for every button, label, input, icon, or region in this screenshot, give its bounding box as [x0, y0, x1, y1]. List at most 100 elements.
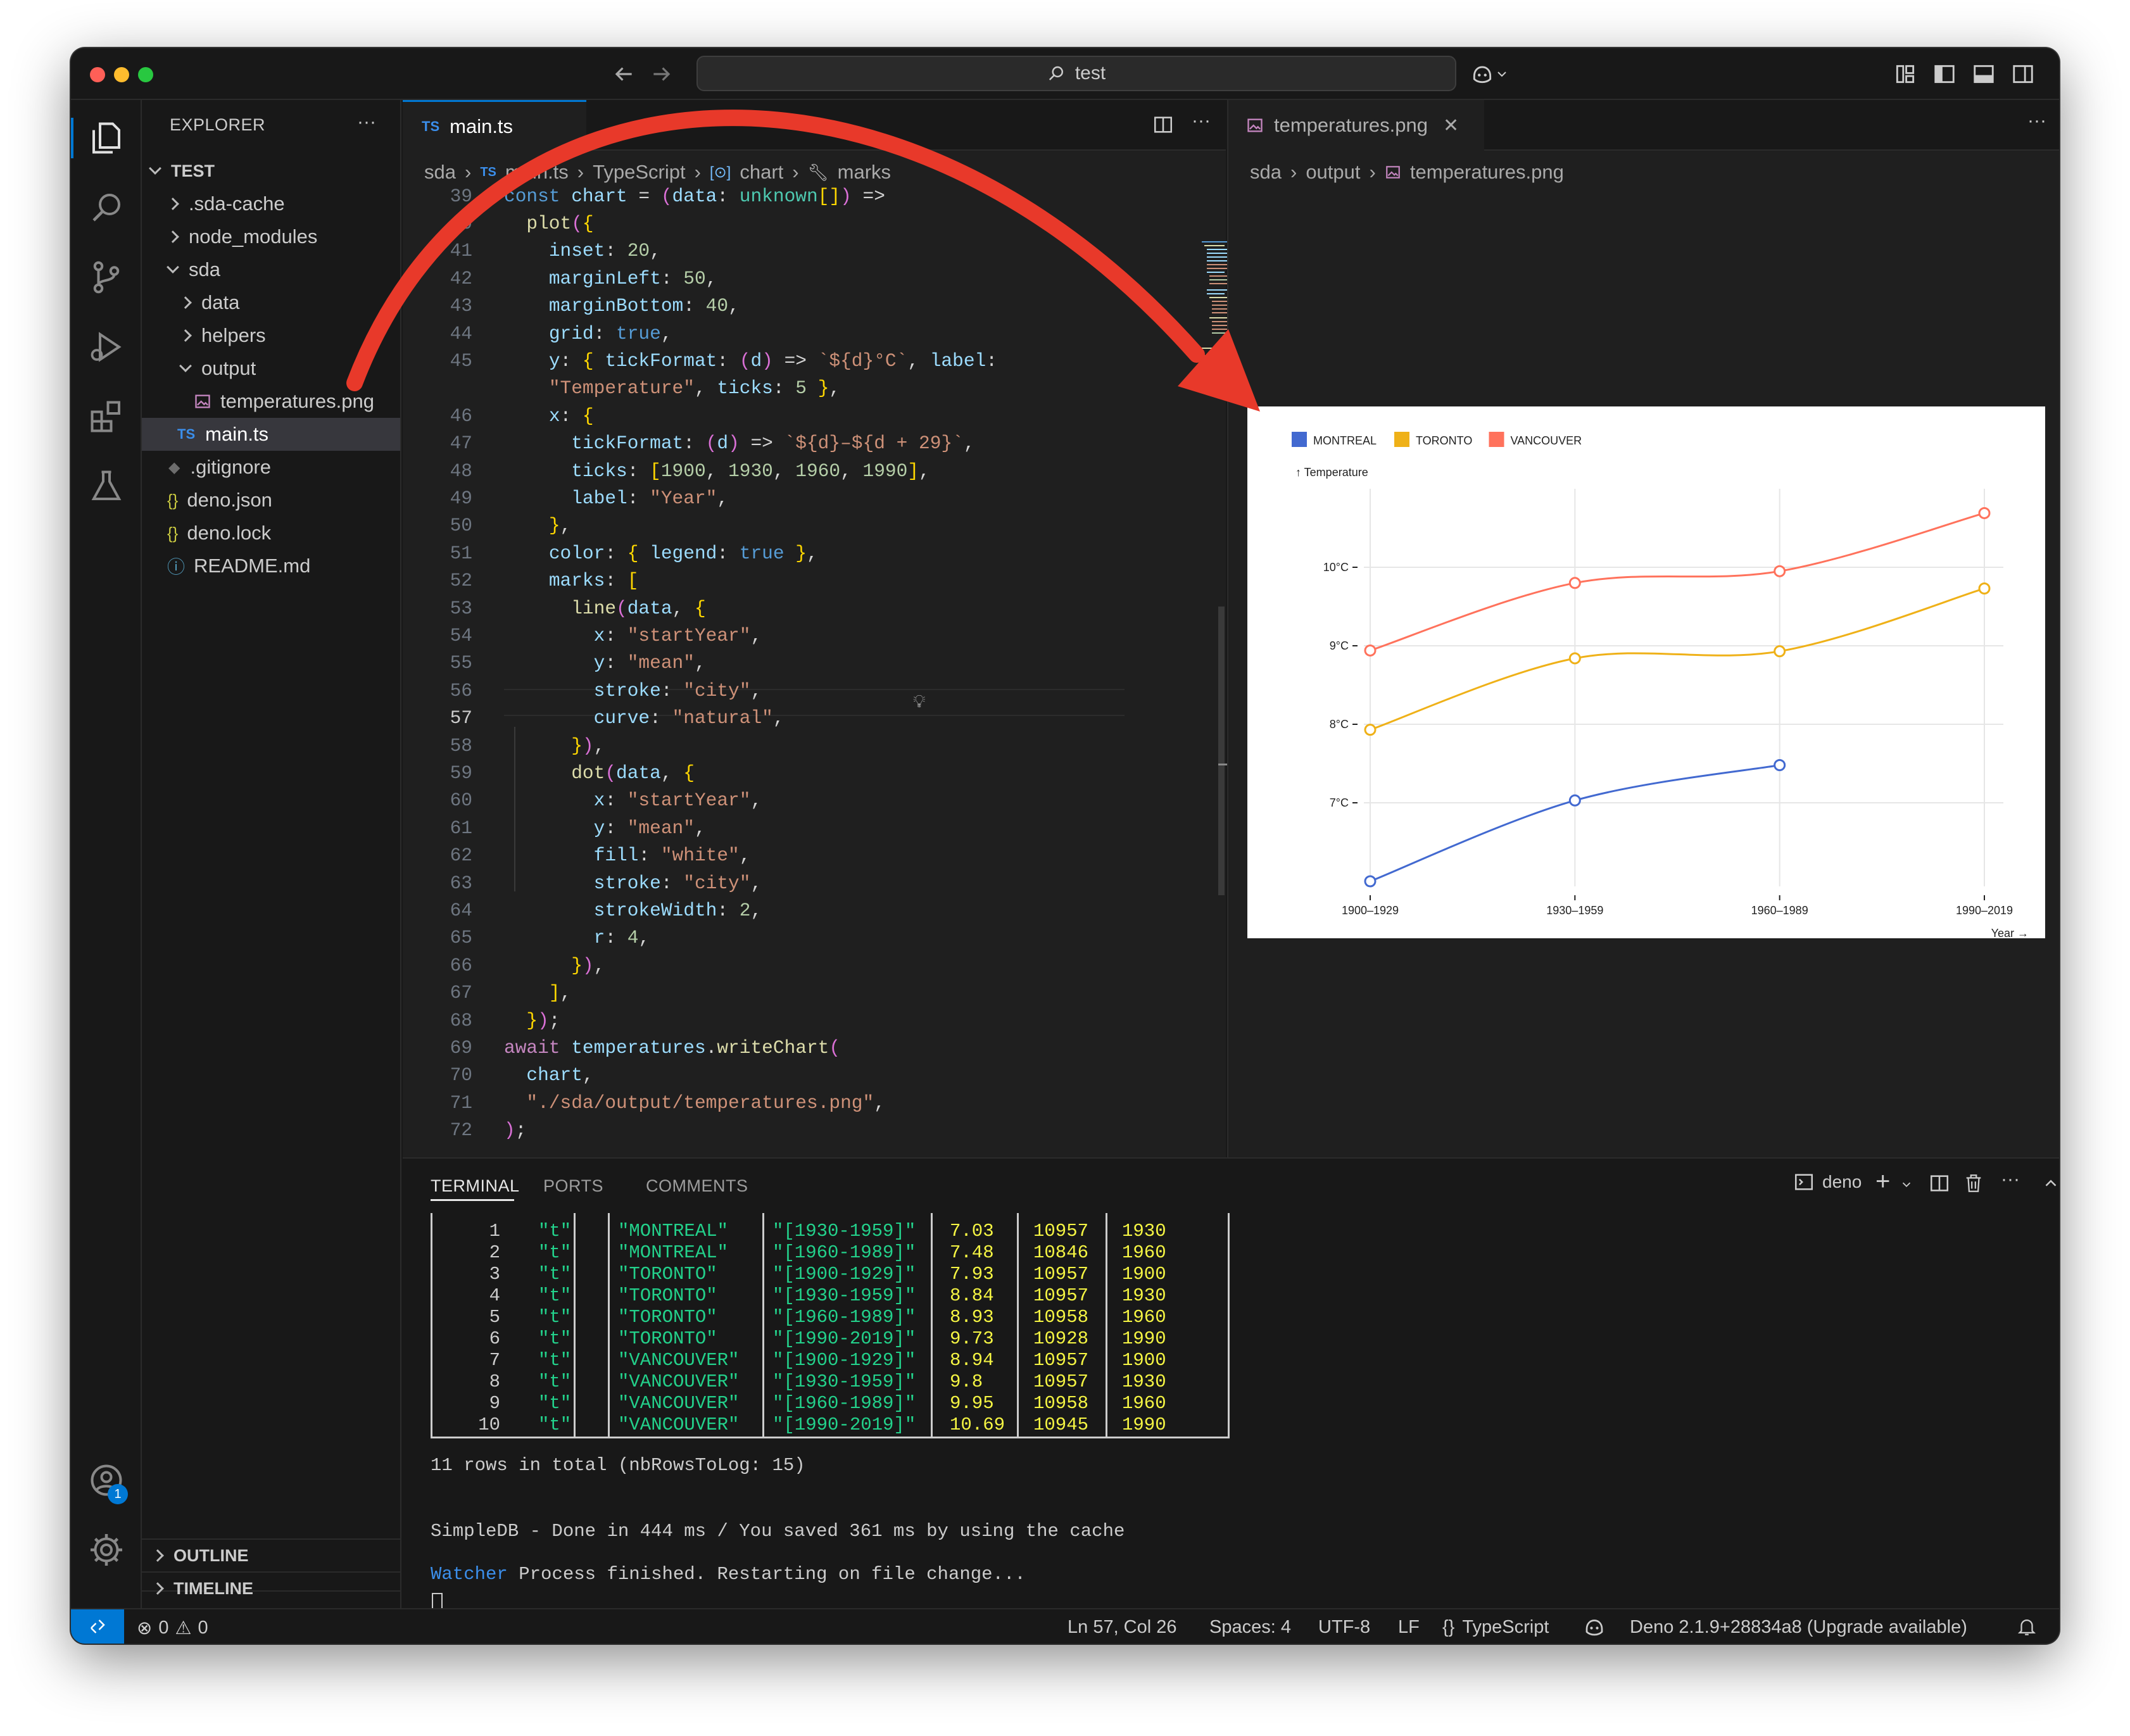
split-editor-icon[interactable] — [1152, 114, 1174, 135]
tree-item-data[interactable]: data — [142, 286, 400, 319]
code-line: 50 }, — [403, 512, 1226, 539]
code-line: "Temperature", ticks: 5 }, — [403, 375, 1226, 402]
customize-layout-icon[interactable] — [1893, 62, 1917, 86]
timeline-section[interactable]: TIMELINE — [142, 1571, 400, 1604]
code-text: color: { legend: true }, — [548, 542, 818, 564]
preview-more-button[interactable]: ··· — [2027, 110, 2046, 132]
vertical-scrollbar[interactable] — [1218, 607, 1225, 895]
tab-main-ts[interactable]: TS main.ts — [403, 100, 586, 151]
tree-item-gitignore[interactable]: ◆ .gitignore — [142, 451, 400, 484]
code-line: 40 plot({ — [403, 210, 1226, 237]
data-point — [1774, 758, 1786, 771]
tree-label: README.md — [194, 555, 311, 577]
toggle-primary-sidebar-icon[interactable] — [1932, 62, 1957, 86]
breadcrumb-item[interactable]: marks — [838, 161, 891, 184]
chevron-down-icon[interactable] — [1900, 1178, 1913, 1192]
notifications-bell-icon[interactable] — [2016, 1616, 2038, 1637]
code-line: 46 x: { — [403, 402, 1226, 429]
tab-comments[interactable]: COMMENTS — [646, 1176, 748, 1196]
deno-version[interactable]: Deno 2.1.9+28834a8 (Upgrade available) — [1630, 1617, 1967, 1638]
minimize-window-button[interactable] — [114, 67, 129, 82]
terminal-table-row: 2 "t" "MONTREAL" "[1960-1989]" 7.48 10846 1960 — [431, 1242, 1254, 1264]
code-text: const chart = (data: unknown[]) => — [504, 185, 885, 207]
tab-label: main.ts — [450, 115, 514, 137]
terminal-table-cell: "t" — [538, 1221, 572, 1242]
tree-item-sda-cache[interactable]: .sda-cache — [142, 187, 400, 220]
explorer-more-button[interactable]: ··· — [357, 111, 376, 133]
code-line: 59 dot(data, { — [403, 759, 1226, 786]
breadcrumb-item[interactable]: main.ts — [505, 161, 569, 184]
terminal-selector[interactable]: deno — [1793, 1171, 1862, 1193]
data-point — [1568, 794, 1581, 807]
editor-more-button[interactable]: ··· — [1192, 110, 1211, 132]
tree-label: output — [201, 357, 256, 379]
indentation[interactable]: Spaces: 4 — [1209, 1617, 1291, 1638]
timeline-label: TIMELINE — [173, 1578, 253, 1598]
zoom-window-button[interactable] — [138, 67, 153, 82]
remote-indicator[interactable] — [71, 1609, 124, 1644]
breadcrumb-item[interactable]: chart — [740, 161, 783, 184]
terminal-table-cell: "t" — [538, 1242, 572, 1263]
testing-flask-icon[interactable] — [87, 467, 125, 505]
extensions-icon[interactable] — [87, 398, 125, 436]
breadcrumb-item[interactable]: temperatures.png — [1410, 161, 1564, 184]
tree-item-helpers[interactable]: helpers — [142, 319, 400, 352]
outline-section[interactable]: OUTLINE — [142, 1538, 400, 1571]
command-center-search[interactable]: test — [696, 56, 1456, 91]
tab-label: temperatures.png — [1274, 114, 1428, 136]
back-arrow-icon[interactable] — [612, 62, 636, 86]
language-mode[interactable]: {} TypeScript — [1442, 1617, 1549, 1638]
tab-terminal[interactable]: TERMINAL — [431, 1176, 520, 1196]
close-window-button[interactable] — [90, 67, 105, 82]
split-terminal-icon[interactable] — [1929, 1173, 1950, 1194]
terminal-table-cell: 1930 — [1122, 1285, 1166, 1306]
breadcrumb-item[interactable]: output — [1306, 161, 1360, 184]
panel-more-button[interactable]: ··· — [2001, 1169, 2020, 1190]
copilot-icon[interactable] — [1583, 1616, 1606, 1639]
tree-item-node-modules[interactable]: node_modules — [142, 220, 400, 253]
tree-item-main-ts[interactable]: TS main.ts — [142, 418, 400, 451]
search-icon[interactable] — [87, 189, 125, 227]
breadcrumb-item[interactable]: sda — [1250, 161, 1282, 184]
tree-item-deno-lock[interactable]: {} deno.lock — [142, 517, 400, 550]
maximize-panel-chevron-up-icon[interactable] — [2041, 1174, 2059, 1193]
encoding[interactable]: UTF-8 — [1318, 1617, 1370, 1638]
run-and-debug-icon[interactable] — [87, 328, 125, 366]
tree-item-sda[interactable]: sda — [142, 253, 400, 286]
source-control-icon[interactable] — [87, 258, 125, 296]
workspace-root[interactable]: TEST — [142, 154, 400, 187]
cursor-position[interactable]: Ln 57, Col 26 — [1068, 1617, 1177, 1638]
line-number: 44 — [450, 322, 472, 344]
terminal-table-cell: 9 — [489, 1393, 500, 1414]
tree-item-deno-json[interactable]: {} deno.json — [142, 484, 400, 517]
close-tab-icon[interactable]: ✕ — [1443, 115, 1459, 137]
code-line: 57 curve: "natural", — [403, 705, 1226, 732]
line-number: 58 — [450, 734, 472, 757]
tree-item-output[interactable]: output — [142, 352, 400, 385]
code-text: strokeWidth: 2, — [593, 899, 762, 921]
toggle-panel-icon[interactable] — [1972, 62, 1996, 86]
tree-item-readme[interactable]: ⓘ README.md — [142, 550, 400, 582]
new-terminal-plus-icon[interactable]: + — [1875, 1167, 1890, 1196]
breadcrumb-item[interactable]: TypeScript — [593, 161, 685, 184]
tree-item-temperatures-png[interactable]: temperatures.png — [142, 385, 400, 418]
trash-icon[interactable] — [1963, 1173, 1984, 1194]
code-text: x: "startYear", — [593, 624, 762, 646]
tab-ports[interactable]: PORTS — [543, 1176, 603, 1196]
tab-temperatures-png[interactable]: temperatures.png ✕ — [1228, 100, 1484, 151]
code-line: 55 y: "mean", — [403, 650, 1226, 677]
chevron-down-icon[interactable] — [1494, 62, 1509, 86]
copilot-icon[interactable] — [1470, 62, 1494, 86]
forward-arrow-icon[interactable] — [650, 62, 674, 86]
data-point — [1364, 875, 1377, 888]
settings-gear-icon[interactable] — [87, 1531, 125, 1569]
terminal-table-cell: "[1930-1959]" — [772, 1221, 916, 1242]
line-ending[interactable]: LF — [1398, 1617, 1420, 1638]
terminal-table-cell: 10 — [478, 1414, 500, 1435]
line-number: 41 — [450, 240, 472, 262]
explorer-icon[interactable] — [87, 119, 125, 157]
code-text: marginBottom: 40, — [548, 295, 740, 317]
breadcrumb-item[interactable]: sda — [424, 161, 456, 184]
toggle-secondary-sidebar-icon[interactable] — [2011, 62, 2035, 86]
problems-indicator[interactable]: ⊗ 0 ⚠︎ 0 — [137, 1617, 208, 1639]
